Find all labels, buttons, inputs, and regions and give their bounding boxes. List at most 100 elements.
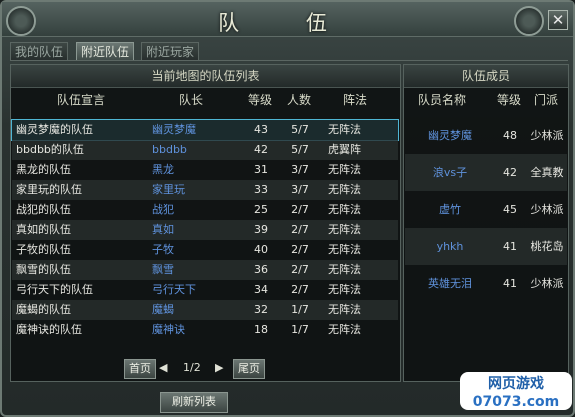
team-leader: bbdbb xyxy=(152,143,187,156)
team-count: 2/7 xyxy=(291,243,309,256)
team-row[interactable]: 弓行天下的队伍 弓行天下 34 2/7 无阵法 xyxy=(12,280,398,300)
team-formation: 无阵法 xyxy=(328,303,361,316)
team-row[interactable]: 魔神诀的队伍 魔神诀 18 1/7 无阵法 xyxy=(12,320,398,340)
team-count: 3/7 xyxy=(291,163,309,176)
col-leader: 队长 xyxy=(178,93,203,107)
team-row[interactable]: 飘雪的队伍 飘雪 36 2/7 无阵法 xyxy=(12,260,398,280)
member-sect: 全真教 xyxy=(530,166,564,179)
member-level: 41 xyxy=(503,240,517,253)
team-declaration: 战犯的队伍 xyxy=(16,203,71,216)
team-declaration: 子牧的队伍 xyxy=(16,243,71,256)
team-level: 43 xyxy=(254,123,268,136)
member-name: 英雄无泪 xyxy=(428,277,472,290)
member-row[interactable]: 浪vs子 42 全真教 xyxy=(405,154,567,191)
team-leader: 幽灵梦魔 xyxy=(152,123,196,136)
col-level: 等级 xyxy=(247,93,272,107)
tab-nearby-teams[interactable]: 附近队伍 xyxy=(76,42,135,61)
team-leader: 魔蝎 xyxy=(152,303,174,316)
team-level: 40 xyxy=(254,243,268,256)
col-member-sect: 门派 xyxy=(533,93,558,107)
member-row[interactable]: 虚竹 45 少林派 xyxy=(405,191,567,228)
team-level: 39 xyxy=(254,223,268,236)
team-row[interactable]: 魔蝎的队伍 魔蝎 32 1/7 无阵法 xyxy=(12,300,398,320)
team-level: 31 xyxy=(254,163,268,176)
team-leader: 魔神诀 xyxy=(152,323,185,336)
prev-page-button[interactable]: ◀ xyxy=(159,359,167,377)
member-name: 虚竹 xyxy=(439,203,461,216)
team-declaration: 真如的队伍 xyxy=(16,223,71,236)
team-count: 2/7 xyxy=(291,203,309,216)
team-level: 34 xyxy=(254,283,268,296)
team-row[interactable]: 子牧的队伍 子牧 40 2/7 无阵法 xyxy=(12,240,398,260)
window-title: 队 伍 xyxy=(218,11,357,35)
member-name: yhkh xyxy=(436,240,464,253)
team-count: 5/7 xyxy=(291,143,309,156)
team-count: 2/7 xyxy=(291,263,309,276)
team-formation: 无阵法 xyxy=(328,203,361,216)
team-row[interactable]: 战犯的队伍 战犯 25 2/7 无阵法 xyxy=(12,200,398,220)
members-title: 队伍成员 xyxy=(404,65,568,88)
team-formation: 无阵法 xyxy=(328,223,361,236)
team-count: 2/7 xyxy=(291,223,309,236)
team-list-panel: 当前地图的队伍列表 队伍宣言 队长 等级 人数 阵法 幽灵梦魔的队伍 幽灵梦魔 43… xyxy=(10,64,401,382)
team-leader: 家里玩 xyxy=(152,183,185,196)
last-page-button[interactable]: 尾页 xyxy=(233,359,265,379)
team-row[interactable]: 黑龙的队伍 黑龙 31 3/7 无阵法 xyxy=(12,160,398,180)
team-formation: 无阵法 xyxy=(328,283,361,296)
team-leader: 子牧 xyxy=(152,243,174,256)
team-row[interactable]: 幽灵梦魔的队伍 幽灵梦魔 43 5/7 无阵法 xyxy=(11,119,399,141)
team-level: 42 xyxy=(254,143,268,156)
next-page-button[interactable]: ▶ xyxy=(215,359,223,377)
team-level: 36 xyxy=(254,263,268,276)
team-row[interactable]: 真如的队伍 真如 39 2/7 无阵法 xyxy=(12,220,398,240)
team-count: 3/7 xyxy=(291,183,309,196)
team-list-header: 队伍宣言 队长 等级 人数 阵法 xyxy=(11,91,400,113)
first-page-button[interactable]: 首页 xyxy=(124,359,156,379)
team-declaration: 黑龙的队伍 xyxy=(16,163,71,176)
team-row[interactable]: 家里玩的队伍 家里玩 33 3/7 无阵法 xyxy=(12,180,398,200)
team-leader: 战犯 xyxy=(152,203,174,216)
team-declaration: 魔神诀的队伍 xyxy=(16,323,82,336)
team-count: 1/7 xyxy=(291,303,309,316)
team-declaration: 魔蝎的队伍 xyxy=(16,303,71,316)
col-declaration: 队伍宣言 xyxy=(56,93,105,107)
team-count: 1/7 xyxy=(291,323,309,336)
member-level: 41 xyxy=(503,277,517,290)
team-formation: 虎翼阵 xyxy=(328,143,361,156)
team-formation: 无阵法 xyxy=(328,123,361,136)
close-icon[interactable]: ✕ xyxy=(548,10,568,30)
team-formation: 无阵法 xyxy=(328,263,361,276)
team-declaration: bbdbb的队伍 xyxy=(16,143,84,156)
tab-nearby-players[interactable]: 附近玩家 xyxy=(141,42,200,61)
members-header: 队员名称 等级 门派 xyxy=(404,91,568,113)
team-members-panel: 队伍成员 队员名称 等级 门派 幽灵梦魔 48 少林派浪vs子 42 全真教虚竹 45 少林… xyxy=(403,64,569,382)
team-formation: 无阵法 xyxy=(328,163,361,176)
team-level: 25 xyxy=(254,203,268,216)
member-row[interactable]: 英雄无泪 41 少林派 xyxy=(405,265,567,302)
member-sect: 少林派 xyxy=(530,129,564,142)
team-formation: 无阵法 xyxy=(328,183,361,196)
member-row[interactable]: 幽灵梦魔 48 少林派 xyxy=(405,117,567,154)
member-sect: 桃花岛 xyxy=(530,240,564,253)
member-name: 浪vs子 xyxy=(432,166,468,179)
team-level: 32 xyxy=(254,303,268,316)
col-count: 人数 xyxy=(286,93,311,107)
page-indicator: 1/2 xyxy=(183,361,201,374)
tab-my-team[interactable]: 我的队伍 xyxy=(10,42,69,61)
col-member-level: 等级 xyxy=(496,93,521,107)
member-row[interactable]: yhkh 41 桃花岛 xyxy=(405,228,567,265)
team-row[interactable]: bbdbb的队伍 bbdbb 42 5/7 虎翼阵 xyxy=(12,140,398,160)
team-count: 2/7 xyxy=(291,283,309,296)
team-formation: 无阵法 xyxy=(328,323,361,336)
refresh-list-button[interactable]: 刷新列表 xyxy=(160,392,228,413)
member-level: 42 xyxy=(503,166,517,179)
watermark-line1: 网页游戏 xyxy=(460,372,572,394)
member-sect: 少林派 xyxy=(530,277,564,290)
team-window: 队 伍 ✕ 我的队伍 附近队伍 附近玩家 当前地图的队伍列表 队伍宣言 队长 等… xyxy=(0,0,575,417)
team-list-title: 当前地图的队伍列表 xyxy=(11,65,400,88)
col-member-name: 队员名称 xyxy=(417,93,466,107)
team-level: 18 xyxy=(254,323,268,336)
team-level: 33 xyxy=(254,183,268,196)
col-formation: 阵法 xyxy=(342,93,367,107)
watermark-line2: 07073.com xyxy=(460,394,572,410)
